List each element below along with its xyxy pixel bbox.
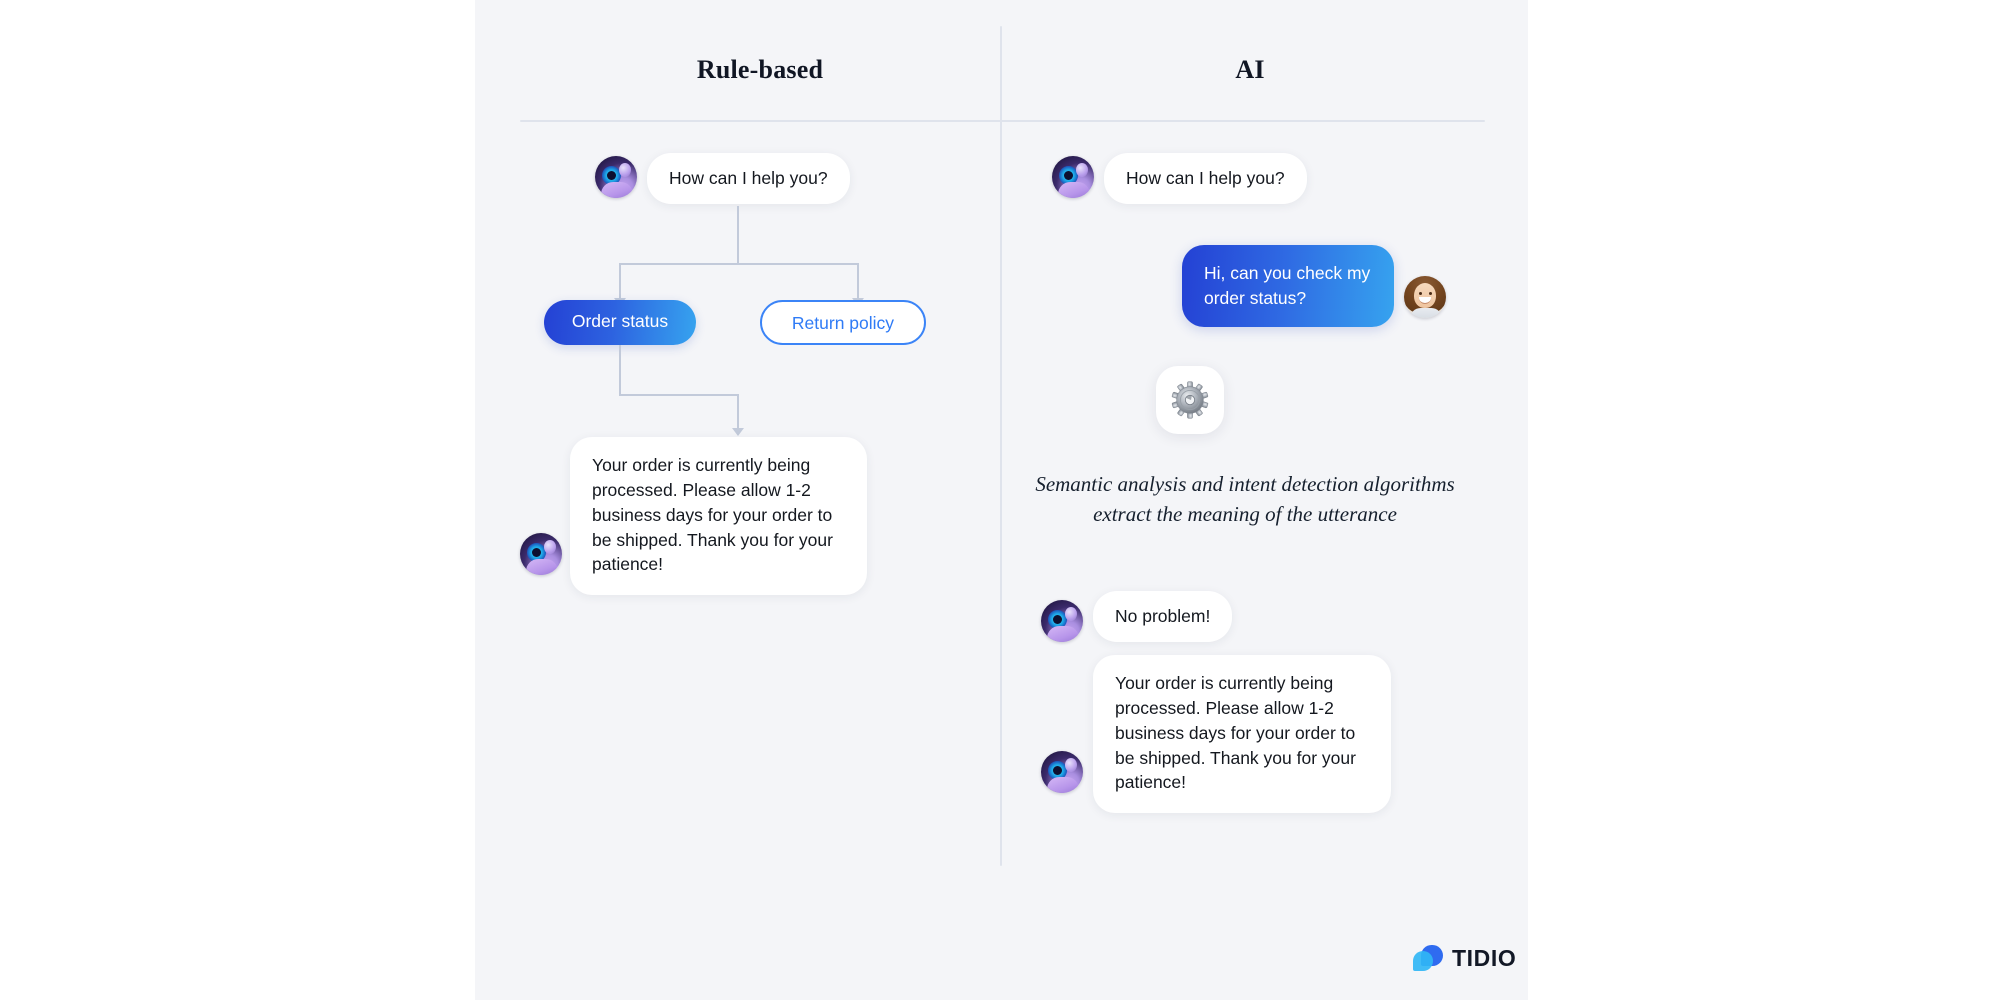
rule-based-answer-bubble: Your order is currently being processed.… <box>570 437 867 596</box>
arrow-to-answer <box>732 428 744 436</box>
bot-pupil-icon <box>1064 171 1073 180</box>
user-eye-right <box>1429 292 1432 295</box>
processing-indicator-card <box>1156 366 1224 434</box>
option-return-policy[interactable]: Return policy <box>760 300 926 345</box>
gear-icon <box>1171 381 1209 419</box>
option-order-status[interactable]: Order status <box>544 300 696 345</box>
column-title-rule-based: Rule-based <box>696 55 824 84</box>
avatar-bot <box>595 156 637 198</box>
connector-answer-stem-b <box>737 394 739 432</box>
bot-body-shape <box>1047 626 1079 642</box>
bot-head-highlight <box>1065 607 1077 621</box>
connector-answer-bar <box>619 394 739 396</box>
logo-bubble-front <box>1413 951 1433 971</box>
bot-head-highlight <box>1065 758 1077 772</box>
avatar-bot <box>1041 600 1083 642</box>
bot-body-shape <box>526 559 558 575</box>
connector-to-return-policy <box>857 263 859 302</box>
comparison-canvas: Rule-based AI How can I help you? Order … <box>475 0 1528 1000</box>
bot-head-highlight <box>1076 163 1088 177</box>
tidio-logo-wordmark: TIDIO <box>1452 945 1517 971</box>
rule-based-greeting-bubble: How can I help you? <box>647 153 850 204</box>
connector-to-order-status <box>619 263 621 302</box>
ai-answer-bubble: Your order is currently being processed.… <box>1093 655 1391 814</box>
connector-greeting-stem <box>737 206 739 263</box>
bot-head-highlight <box>619 163 631 177</box>
bot-pupil-icon <box>607 171 616 180</box>
bot-head-highlight <box>544 540 556 554</box>
tidio-logo-mark-icon <box>1413 945 1443 972</box>
tidio-logo: TIDIO <box>1413 945 1516 972</box>
bot-pupil-icon <box>532 548 541 557</box>
screenshot-root: Rule-based AI How can I help you? Order … <box>0 0 2000 1000</box>
header-divider <box>520 120 1485 122</box>
avatar-bot <box>1052 156 1094 198</box>
avatar-bot <box>1041 751 1083 793</box>
bot-pupil-icon <box>1053 615 1062 624</box>
ai-user-question-bubble: Hi, can you check my order status? <box>1182 245 1394 327</box>
bot-body-shape <box>1047 777 1079 793</box>
column-divider <box>1000 26 1002 866</box>
avatar-bot <box>520 533 562 575</box>
connector-answer-stem-a <box>619 345 621 394</box>
user-eye-left <box>1419 292 1422 295</box>
column-title-ai: AI <box>1235 55 1265 84</box>
user-face-shape <box>1414 283 1436 308</box>
bot-body-shape <box>1058 182 1090 198</box>
bot-body-shape <box>601 182 633 198</box>
connector-split-bar <box>619 263 859 265</box>
ai-acknowledgement-bubble: No problem! <box>1093 591 1233 642</box>
user-shirt-shape <box>1410 308 1442 318</box>
bot-pupil-icon <box>1053 766 1062 775</box>
ai-processing-caption: Semantic analysis and intent detection a… <box>1035 472 1455 526</box>
ai-greeting-bubble: How can I help you? <box>1104 153 1307 204</box>
avatar-user <box>1404 276 1446 318</box>
